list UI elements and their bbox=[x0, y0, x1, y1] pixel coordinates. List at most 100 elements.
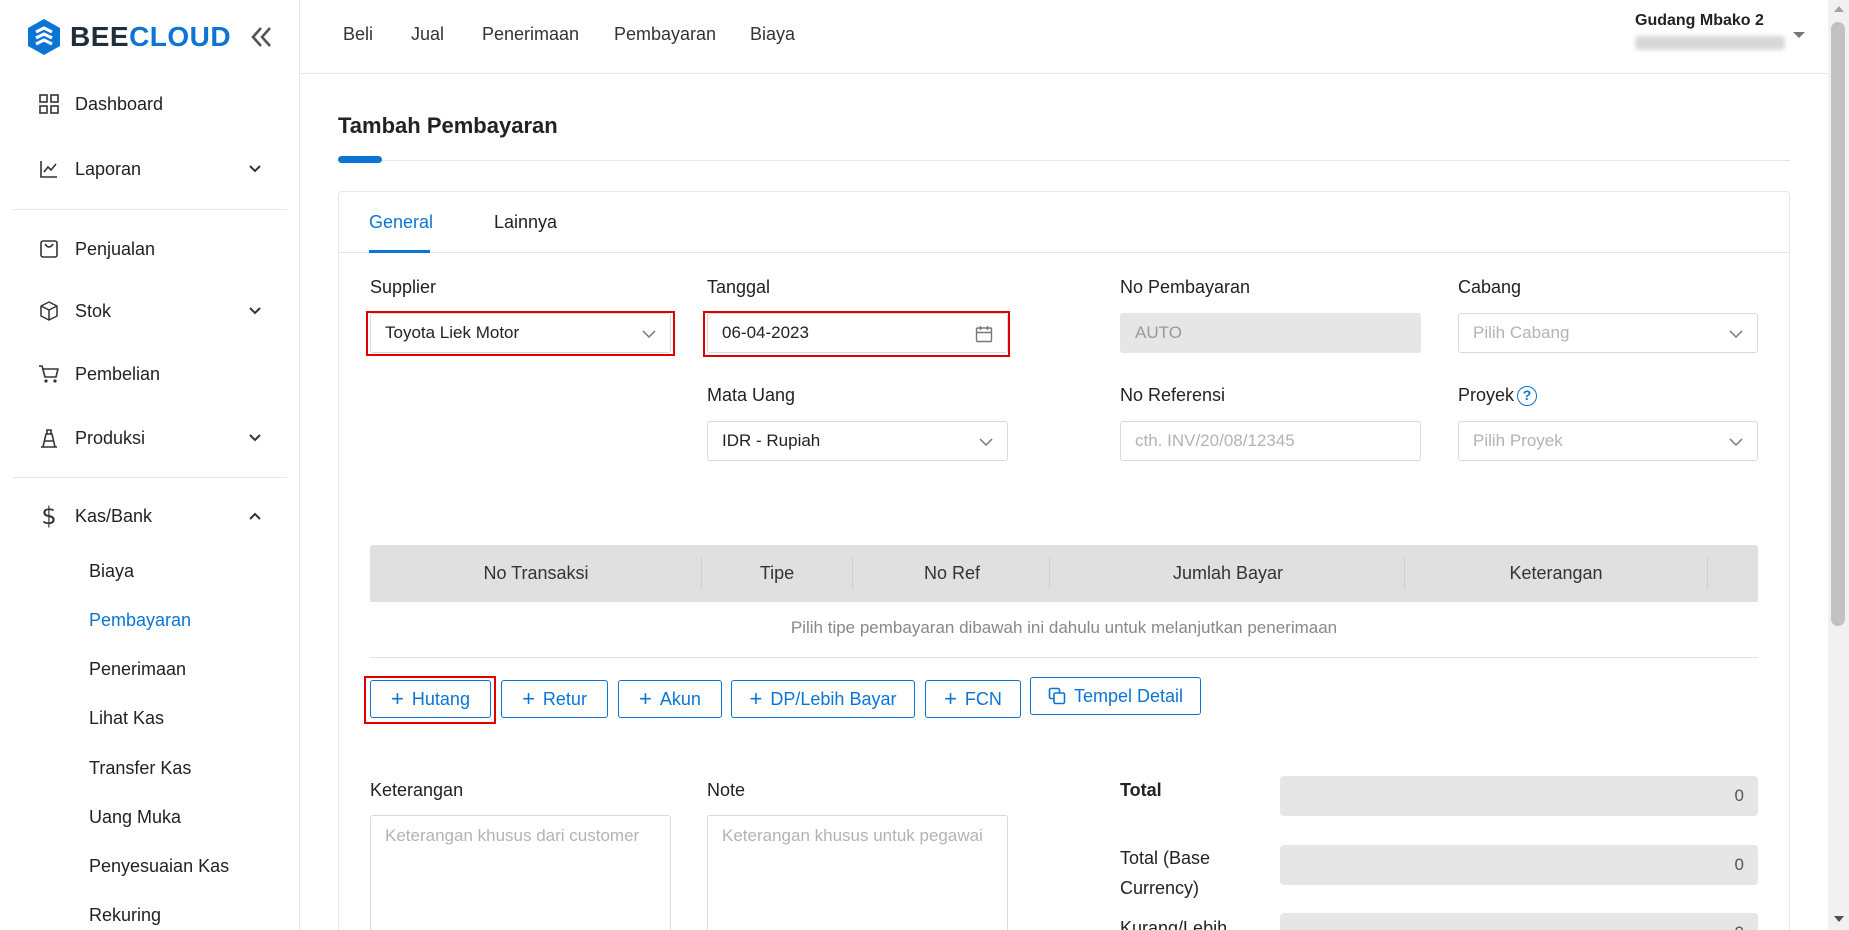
button-label: Tempel Detail bbox=[1073, 685, 1184, 706]
sidebar-subitem-transfer-kas[interactable]: Transfer Kas bbox=[89, 758, 191, 779]
sidebar-subitem-rekuring[interactable]: Rekuring bbox=[89, 905, 161, 926]
user-email-redacted bbox=[1635, 36, 1785, 50]
plus-icon: + bbox=[944, 686, 957, 711]
add-retur-button[interactable]: + Retur bbox=[501, 680, 608, 718]
chevron-down-icon bbox=[979, 438, 993, 447]
no-pembayaran-value: AUTO bbox=[1135, 323, 1182, 342]
keterangan-textarea[interactable]: Keterangan khusus dari customer bbox=[370, 815, 671, 930]
table-empty-message: Pilih tipe pembayaran dibawah ini dahulu… bbox=[790, 618, 1338, 637]
sidebar-subitem-lihat-kas[interactable]: Lihat Kas bbox=[89, 708, 164, 729]
sidebar: BEECLOUD Dashboard Laporan Penjualan Sto… bbox=[0, 0, 300, 930]
topnav-penerimaan[interactable]: Penerimaan bbox=[482, 24, 579, 45]
sidebar-subitem-penyesuaian-kas[interactable]: Penyesuaian Kas bbox=[89, 856, 229, 877]
tanggal-value: 06-04-2023 bbox=[722, 323, 809, 342]
logo-wordmark: BEECLOUD bbox=[70, 21, 232, 52]
add-fcn-button[interactable]: + FCN bbox=[925, 680, 1021, 718]
total-value: 0 bbox=[1280, 776, 1758, 816]
sidebar-item-label: Stok bbox=[75, 300, 112, 321]
cabang-select[interactable]: Pilih Cabang bbox=[1458, 313, 1758, 353]
topnav-biaya[interactable]: Biaya bbox=[750, 24, 795, 45]
chevron-up-icon bbox=[249, 512, 261, 520]
sidebar-item-label: Kas/Bank bbox=[75, 505, 153, 526]
plus-icon: + bbox=[639, 686, 652, 711]
mata-uang-label: Mata Uang bbox=[707, 385, 796, 405]
proyek-label: Proyek bbox=[1458, 385, 1515, 405]
add-dp-lebih-bayar-button[interactable]: + DP/Lebih Bayar bbox=[731, 680, 915, 718]
beecloud-logo[interactable]: BEECLOUD bbox=[26, 18, 231, 56]
plus-icon: + bbox=[391, 686, 404, 711]
user-menu[interactable]: Gudang Mbako 2 bbox=[1635, 12, 1785, 50]
cart-icon bbox=[38, 363, 60, 385]
sidebar-item-label: Laporan bbox=[75, 158, 142, 179]
tab-general[interactable]: General bbox=[369, 212, 433, 233]
proyek-select[interactable]: Pilih Proyek bbox=[1458, 421, 1758, 461]
copy-icon bbox=[1048, 687, 1066, 705]
button-label: FCN bbox=[964, 688, 1002, 709]
shopping-bag-icon bbox=[38, 238, 60, 260]
no-referensi-input[interactable]: cth. INV/20/08/12345 bbox=[1120, 421, 1421, 461]
sidebar-divider bbox=[13, 477, 287, 478]
user-name: Gudang Mbako 2 bbox=[1635, 12, 1764, 29]
sidebar-item-pembelian[interactable]: Pembelian bbox=[0, 352, 300, 396]
column-divider bbox=[1707, 557, 1708, 589]
sidebar-item-penjualan[interactable]: Penjualan bbox=[0, 227, 300, 271]
scroll-thumb[interactable] bbox=[1831, 22, 1845, 626]
help-circle-icon[interactable]: ? bbox=[1517, 386, 1537, 406]
sidebar-subitem-biaya[interactable]: Biaya bbox=[89, 561, 134, 582]
title-accent-bar bbox=[338, 156, 382, 163]
tab-lainnya[interactable]: Lainnya bbox=[494, 212, 557, 233]
table-divider bbox=[370, 657, 1758, 658]
total-base-label-line2: Currency) bbox=[1120, 878, 1200, 898]
sidebar-item-dashboard[interactable]: Dashboard bbox=[0, 82, 300, 126]
scroll-down-arrow-icon[interactable] bbox=[1834, 916, 1844, 922]
chevron-down-icon bbox=[249, 165, 261, 173]
no-pembayaran-label: No Pembayaran bbox=[1120, 277, 1251, 297]
topnav-beli[interactable]: Beli bbox=[343, 24, 373, 45]
cabang-label: Cabang bbox=[1458, 277, 1522, 297]
button-label: Retur bbox=[542, 688, 587, 709]
note-textarea[interactable]: Keterangan khusus untuk pegawai bbox=[707, 815, 1008, 930]
column-divider bbox=[852, 557, 853, 589]
tabs-divider bbox=[339, 252, 1789, 253]
page-scrollbar[interactable] bbox=[1828, 0, 1849, 930]
title-divider bbox=[382, 160, 1790, 161]
active-tab-indicator bbox=[369, 250, 430, 253]
sidebar-subitem-uang-muka[interactable]: Uang Muka bbox=[89, 807, 181, 828]
chart-line-icon bbox=[38, 158, 60, 180]
mata-uang-value: IDR - Rupiah bbox=[722, 431, 821, 450]
mata-uang-select[interactable]: IDR - Rupiah bbox=[707, 421, 1008, 461]
caret-down-icon[interactable] bbox=[1793, 32, 1805, 38]
add-akun-button[interactable]: + Akun bbox=[618, 680, 722, 718]
plus-icon: + bbox=[749, 686, 763, 711]
supplier-select[interactable]: Toyota Liek Motor bbox=[370, 313, 671, 353]
box-icon bbox=[38, 300, 60, 322]
tanggal-label: Tanggal bbox=[707, 277, 771, 297]
chevron-down-icon bbox=[642, 330, 656, 339]
sidebar-subitem-penerimaan[interactable]: Penerimaan bbox=[89, 659, 186, 680]
factory-icon bbox=[38, 427, 60, 449]
total-base-label-line1: Total (Base bbox=[1120, 848, 1211, 868]
sidebar-subitem-pembayaran[interactable]: Pembayaran bbox=[89, 610, 191, 631]
sidebar-item-produksi[interactable]: Produksi bbox=[0, 416, 300, 460]
note-placeholder: Keterangan khusus untuk pegawai bbox=[722, 826, 983, 845]
topnav-pembayaran[interactable]: Pembayaran bbox=[614, 24, 716, 45]
note-label: Note bbox=[707, 780, 746, 800]
topnav-jual[interactable]: Jual bbox=[411, 24, 444, 45]
column-divider bbox=[1049, 557, 1050, 589]
page-title: Tambah Pembayaran bbox=[338, 113, 558, 138]
no-pembayaran-input: AUTO bbox=[1120, 313, 1421, 353]
supplier-label: Supplier bbox=[370, 277, 437, 297]
keterangan-placeholder: Keterangan khusus dari customer bbox=[385, 826, 640, 845]
keterangan-label: Keterangan bbox=[370, 780, 464, 800]
column-header: No Ref bbox=[923, 563, 981, 583]
sidebar-item-laporan[interactable]: Laporan bbox=[0, 147, 300, 191]
scroll-up-arrow-icon[interactable] bbox=[1834, 6, 1844, 12]
double-chevron-left-icon bbox=[251, 27, 271, 47]
tanggal-datepicker[interactable]: 06-04-2023 bbox=[707, 313, 1008, 353]
tempel-detail-button[interactable]: Tempel Detail bbox=[1030, 677, 1201, 715]
sidebar-item-kas-bank[interactable]: $ Kas/Bank bbox=[0, 494, 300, 538]
add-hutang-button[interactable]: + Hutang bbox=[370, 680, 491, 718]
sidebar-item-stok[interactable]: Stok bbox=[0, 289, 300, 333]
collapse-sidebar-button[interactable] bbox=[246, 24, 276, 54]
button-label: Akun bbox=[659, 688, 701, 709]
